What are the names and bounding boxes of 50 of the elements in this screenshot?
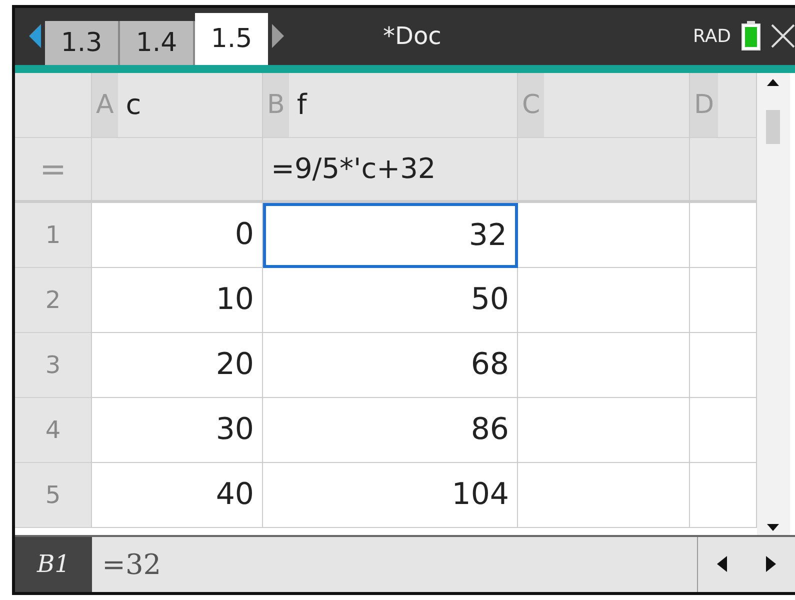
table-cell[interactable] — [690, 268, 757, 333]
table-cell[interactable]: 30 — [92, 398, 263, 463]
column-header[interactable]: B f — [263, 72, 518, 138]
table-cell[interactable]: 0 — [92, 202, 263, 268]
left-arrow-icon[interactable] — [717, 556, 728, 572]
table-cell[interactable]: 50 — [263, 268, 518, 333]
page-tab[interactable]: 1.3 — [45, 20, 120, 65]
row-number: 5 — [15, 462, 92, 528]
column-name: c — [126, 88, 142, 122]
table-cell[interactable]: 20 — [92, 332, 263, 398]
formula-cell[interactable] — [518, 138, 690, 203]
table-cell[interactable] — [518, 268, 690, 333]
column-name: f — [296, 88, 307, 122]
column-letter: C — [518, 72, 544, 137]
formula-cell[interactable] — [92, 138, 263, 203]
table-cell[interactable]: 104 — [263, 462, 518, 528]
page-tab[interactable]: 1.5 — [195, 12, 268, 65]
table-cell[interactable] — [518, 332, 690, 398]
table-cell[interactable] — [518, 462, 690, 528]
angle-mode: RAD — [693, 26, 731, 47]
column-letter: A — [92, 72, 118, 137]
cell-reference: B1 — [15, 536, 92, 592]
entry-line[interactable]: =32 — [92, 548, 697, 581]
table-cell[interactable] — [690, 398, 757, 463]
page-tab[interactable]: 1.4 — [120, 20, 195, 65]
column-header[interactable]: A c — [92, 72, 263, 138]
table-cell[interactable] — [690, 462, 757, 528]
table-cell[interactable]: 68 — [263, 332, 518, 398]
formula-cell[interactable]: =9/5*'c+32 — [263, 138, 518, 203]
table-cell[interactable]: 32 — [263, 202, 518, 268]
column-letter: B — [263, 72, 289, 137]
row-number: 2 — [15, 268, 92, 333]
row-number: 1 — [15, 202, 92, 268]
column-letter: D — [690, 72, 718, 137]
battery-icon — [741, 21, 761, 52]
scroll-bar[interactable] — [757, 72, 790, 535]
table-cell[interactable] — [518, 398, 690, 463]
row-number: 3 — [15, 332, 92, 398]
table-cell[interactable] — [690, 202, 757, 268]
formula-marker: = — [40, 150, 66, 188]
table-cell[interactable]: 40 — [92, 462, 263, 528]
table-cell[interactable]: 10 — [92, 268, 263, 333]
table-cell[interactable] — [690, 332, 757, 398]
close-icon[interactable] — [771, 24, 795, 48]
table-cell[interactable]: 86 — [263, 398, 518, 463]
right-arrow-icon[interactable] — [766, 556, 776, 572]
document-title: *Doc — [383, 22, 442, 50]
row-number: 4 — [15, 398, 92, 463]
formula-cell[interactable] — [690, 138, 757, 203]
table-cell[interactable] — [518, 202, 690, 268]
